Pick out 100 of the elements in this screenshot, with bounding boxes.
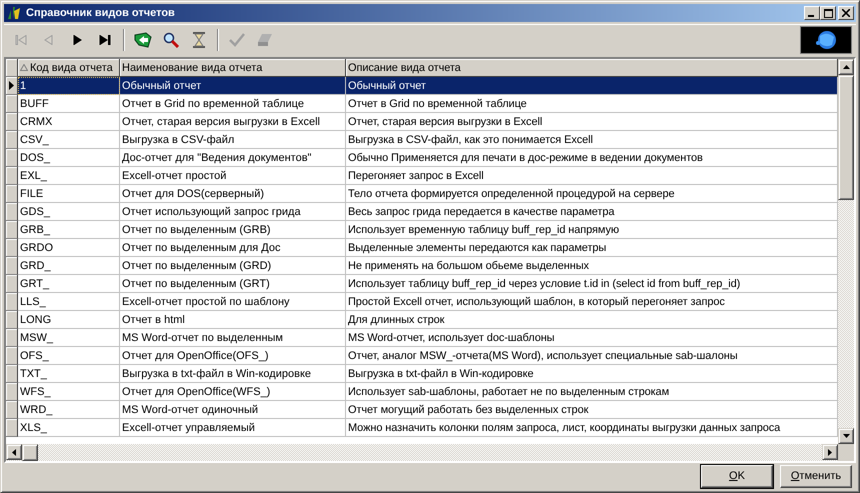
table-cell: GRT_ [18, 275, 120, 293]
table-cell: TXT_ [18, 365, 120, 383]
table-cell: Отчет по выделенным (GRD) [120, 257, 346, 275]
row-indicator[interactable] [6, 365, 18, 383]
row-indicator[interactable] [6, 239, 18, 257]
scroll-thumb[interactable] [838, 75, 854, 200]
scroll-down-button[interactable] [838, 428, 854, 444]
table-cell: Обычный отчет [120, 77, 346, 95]
table-row[interactable]: CRMX Отчет, старая версия выгрузки в Excell Отчет, старая версия выгрузки в Excell [6, 113, 838, 131]
table-cell: Отчет, старая версия выгрузки в Excell [346, 113, 838, 131]
scroll-up-button[interactable] [838, 59, 854, 75]
table-cell: LLS_ [18, 293, 120, 311]
table-row[interactable]: WRD_ MS Word-отчет одиночный Отчет могущий работать без выделенных строк [6, 401, 838, 419]
scroll-left-button[interactable] [6, 444, 22, 460]
table-cell: Отчет в Grid по временной таблице [346, 95, 838, 113]
table-cell: GRB_ [18, 221, 120, 239]
column-header[interactable]: Описание вида отчета [346, 59, 838, 77]
table-row[interactable]: CSV_ Выгрузка в CSV-файл Выгрузка в CSV-файл, как это понимается Excell [6, 131, 838, 149]
table-row[interactable]: OFS_ Отчет для OpenOffice(OFS_) Отчет, аналог MSW_-отчета(MS Word), использует специальные sab-шалоны [6, 347, 838, 365]
row-indicator[interactable] [6, 275, 18, 293]
cancel-button[interactable]: Отменить [780, 464, 852, 488]
horizontal-scrollbar[interactable] [6, 444, 838, 461]
checkmark-icon [229, 33, 245, 47]
last-record-icon [99, 35, 111, 45]
table-cell: Отчет для OpenOffice(OFS_) [120, 347, 346, 365]
row-indicator[interactable] [6, 149, 18, 167]
table-cell: Выгрузка в CSV-файл, как это понимается Excell [346, 131, 838, 149]
table-cell: Отчет для OpenOffice(WFS_) [120, 383, 346, 401]
table-row[interactable]: LLS_ Excell-отчет простой по шаблону Простой Excell отчет, использующий шаблон, в который перегоняет запрос [6, 293, 838, 311]
row-indicator[interactable] [6, 77, 18, 95]
row-indicator[interactable] [6, 401, 18, 419]
scroll-right-button[interactable] [822, 444, 838, 460]
table-cell: Отчет в html [120, 311, 346, 329]
table-row[interactable]: TXT_ Выгрузка в txt-файл в Win-кодировке Выгрузка в txt-файл в Win-кодировке [6, 365, 838, 383]
table-cell: WFS_ [18, 383, 120, 401]
column-title: Код вида отчета [30, 62, 113, 74]
table-row[interactable]: MSW_ MS Word-отчет по выделенным MS Word-отчет, использует doc-шаблоны [6, 329, 838, 347]
table-row[interactable]: BUFF Отчет в Grid по временной таблице Отчет в Grid по временной таблице [6, 95, 838, 113]
table-cell: Выгрузка в txt-файл в Win-кодировке [346, 365, 838, 383]
row-indicator[interactable] [6, 293, 18, 311]
table-cell: CSV_ [18, 131, 120, 149]
row-indicator[interactable] [6, 113, 18, 131]
table-cell: Отчет использующий запрос грида [120, 203, 346, 221]
table-cell: MS Word-отчет по выделенным [120, 329, 346, 347]
row-indicator[interactable] [6, 95, 18, 113]
table-row[interactable]: WFS_ Отчет для OpenOffice(WFS_) Использует sab-шаблоны, работает не по выделенным строкам [6, 383, 838, 401]
table-cell: MS Word-отчет, использует doc-шаблоны [346, 329, 838, 347]
previous-record-icon [44, 35, 54, 45]
row-indicator[interactable] [6, 329, 18, 347]
row-indicator[interactable] [6, 347, 18, 365]
table-cell: Отчет по выделенным для Дос [120, 239, 346, 257]
down-arrow-icon [842, 434, 850, 438]
table-cell: BUFF [18, 95, 120, 113]
first-record-icon [15, 35, 27, 45]
table-cell: Выгрузка в CSV-файл [120, 131, 346, 149]
row-indicator[interactable] [6, 185, 18, 203]
row-indicator[interactable] [6, 311, 18, 329]
arrow-icon [134, 32, 152, 48]
table-row[interactable]: LONG Отчет в html Для длинных строк [6, 311, 838, 329]
table-row[interactable]: GRT_ Отчет по выделенным (GRT) Использует таблицу buff_rep_id через условие t.id in (select id from buff_rep_id) [6, 275, 838, 293]
row-indicator[interactable] [6, 131, 18, 149]
table-cell: Для длинных строк [346, 311, 838, 329]
up-arrow-icon [842, 65, 850, 69]
table-cell: Перегоняет запрос в Excell [346, 167, 838, 185]
table-cell: GRD_ [18, 257, 120, 275]
ok-button[interactable]: OK [701, 464, 773, 488]
scroll-thumb[interactable] [22, 444, 38, 461]
row-indicator[interactable] [6, 203, 18, 221]
app-icon [6, 5, 22, 21]
table-cell: Простой Excell отчет, использующий шаблон, в который перегоняет запрос [346, 293, 838, 311]
vertical-scrollbar[interactable] [838, 59, 854, 444]
table-cell: Тело отчета формируется определенной процедурой на сервере [346, 185, 838, 203]
row-indicator[interactable] [6, 167, 18, 185]
row-indicator[interactable] [6, 257, 18, 275]
table-row[interactable]: EXL_ Excell-отчет простой Перегоняет запрос в Excell [6, 167, 838, 185]
table-row[interactable]: DOS_ Дос-отчет для "Ведения документов" Обычно Применяется для печати в дос-режиме в ведении документов [6, 149, 838, 167]
table-row[interactable]: 1 Обычный отчет Обычный отчет [6, 77, 838, 95]
table-cell: 1 [18, 77, 120, 95]
table-row[interactable]: GRB_ Отчет по выделенным (GRB) Использует временную таблицу buff_rep_id напрямую [6, 221, 838, 239]
table-cell: DOS_ [18, 149, 120, 167]
eraser-icon [257, 33, 273, 47]
column-header[interactable]: Наименование вида отчета [120, 59, 346, 77]
table-row[interactable]: FILE Отчет для DOS(серверный) Тело отчета формируется определенной процедурой на сервере [6, 185, 838, 203]
row-indicator[interactable] [6, 221, 18, 239]
table-cell: Не применять на большом обьеме выделенных [346, 257, 838, 275]
table-cell: Отчет, старая версия выгрузки в Excell [120, 113, 346, 131]
table-row[interactable]: GRDO Отчет по выделенным для Дос Выделенные элементы передаются как параметры [6, 239, 838, 257]
current-row-icon [9, 81, 14, 90]
row-indicator[interactable] [6, 419, 18, 437]
minimize-button[interactable] [804, 6, 820, 20]
table-row[interactable]: GDS_ Отчет использующий запрос грида Весь запрос грида передается в качестве параметра [6, 203, 838, 221]
maximize-button[interactable] [820, 6, 836, 20]
table-cell: Обычный отчет [346, 77, 838, 95]
column-header[interactable]: Код вида отчета [18, 59, 120, 77]
table-cell: Использует sab-шаблоны, работает не по выделенным строкам [346, 383, 838, 401]
close-icon [842, 9, 850, 17]
table-row[interactable]: GRD_ Отчет по выделенным (GRD) Не применять на большом обьеме выделенных [6, 257, 838, 275]
globe-logo-icon [800, 26, 852, 54]
row-indicator[interactable] [6, 383, 18, 401]
close-button[interactable] [838, 6, 854, 20]
